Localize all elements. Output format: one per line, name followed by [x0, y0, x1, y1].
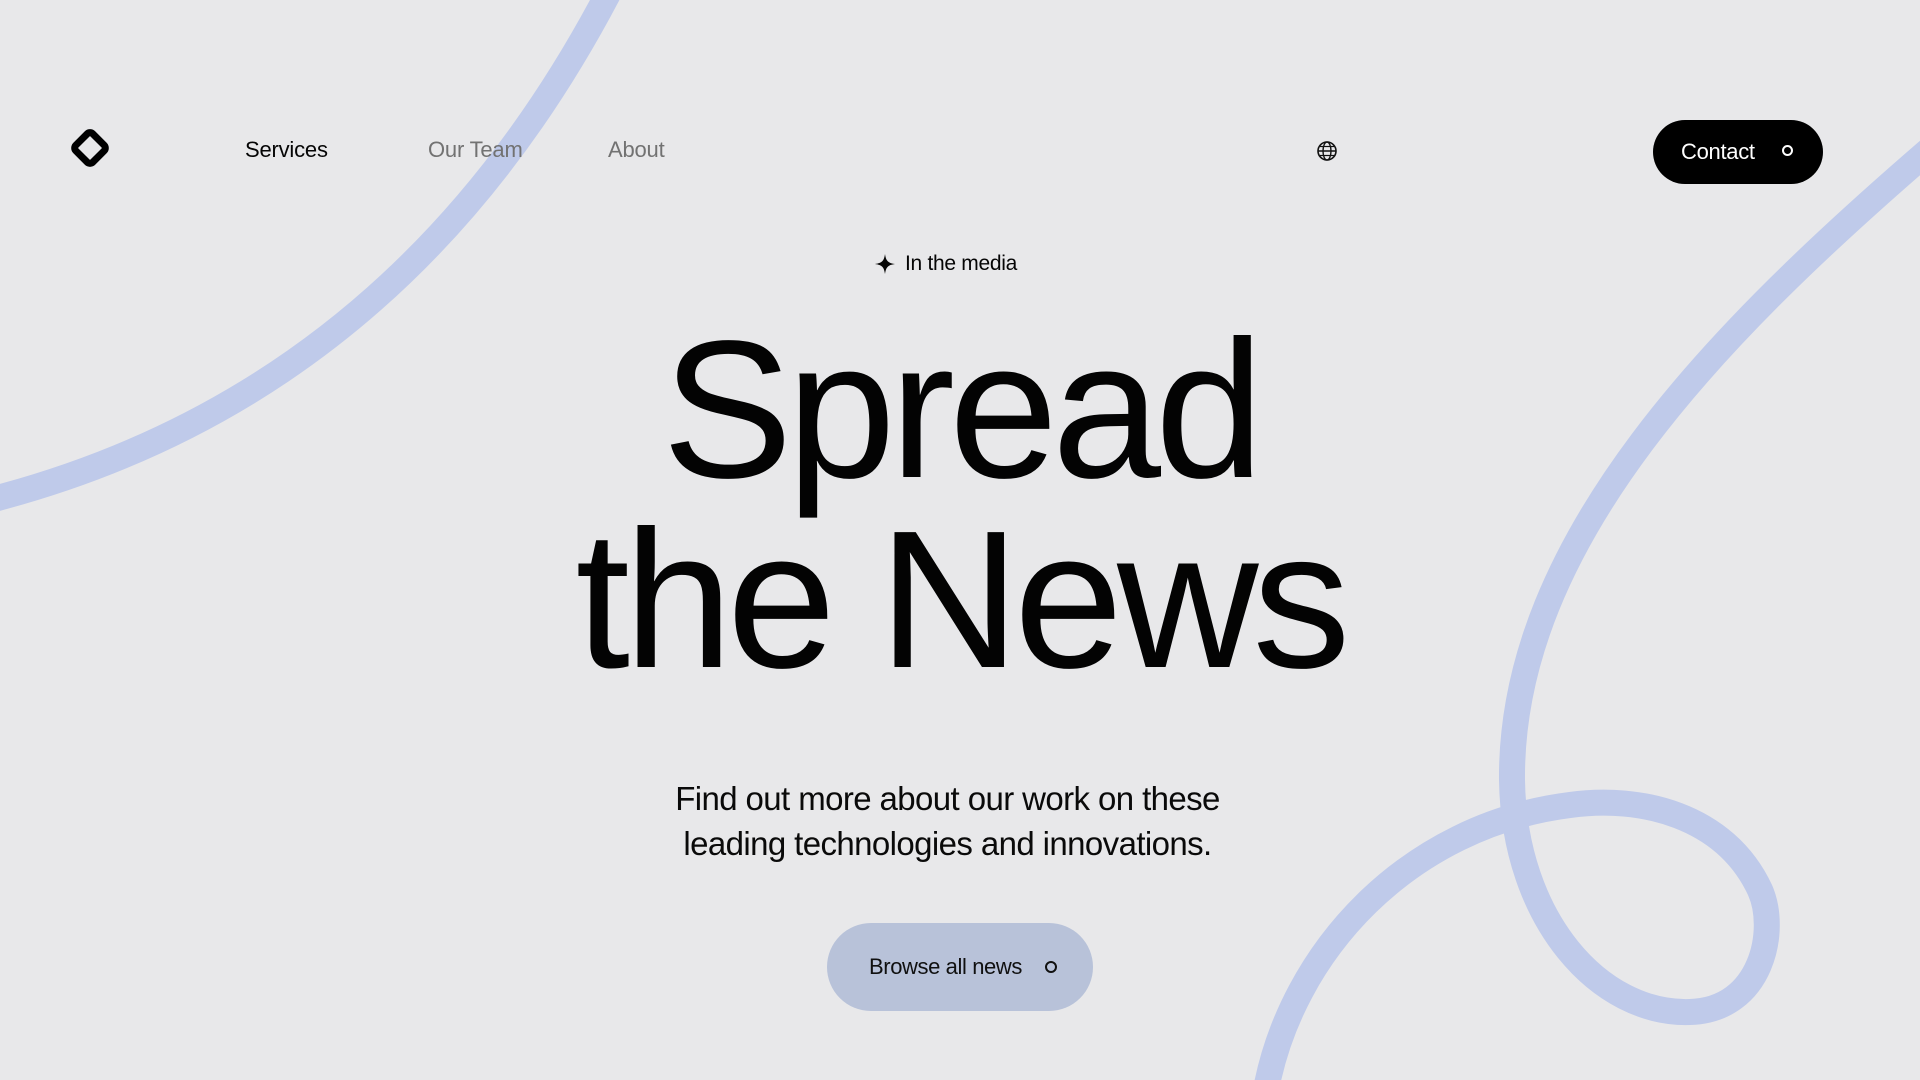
diamond-logo-icon[interactable]: [68, 126, 112, 170]
circle-icon: [1782, 145, 1793, 156]
contact-button[interactable]: Contact: [1653, 120, 1823, 184]
globe-icon[interactable]: [1316, 140, 1338, 162]
page-title: Spread the News: [0, 300, 1920, 709]
eyebrow-text: In the media: [905, 252, 1017, 275]
hero-subtitle-line-1: Find out more about our work on these: [675, 780, 1220, 817]
contact-button-label: Contact: [1681, 139, 1755, 164]
page-title-line-2: the News: [575, 490, 1350, 709]
nav-link-services[interactable]: Services: [245, 137, 328, 163]
browse-all-news-label: Browse all news: [869, 954, 1022, 979]
circle-icon: [1045, 961, 1057, 973]
hero-subtitle-line-2: leading technologies and innovations.: [683, 825, 1212, 862]
sparkle-icon: [875, 254, 895, 274]
nav-link-our-team[interactable]: Our Team: [428, 137, 523, 163]
hero-subtitle: Find out more about our work on these le…: [560, 776, 1335, 866]
nav-link-about[interactable]: About: [608, 137, 665, 163]
page-title-line-1: Spread: [661, 300, 1264, 519]
browse-all-news-button[interactable]: Browse all news: [827, 923, 1093, 1011]
eyebrow: In the media: [875, 252, 1017, 276]
